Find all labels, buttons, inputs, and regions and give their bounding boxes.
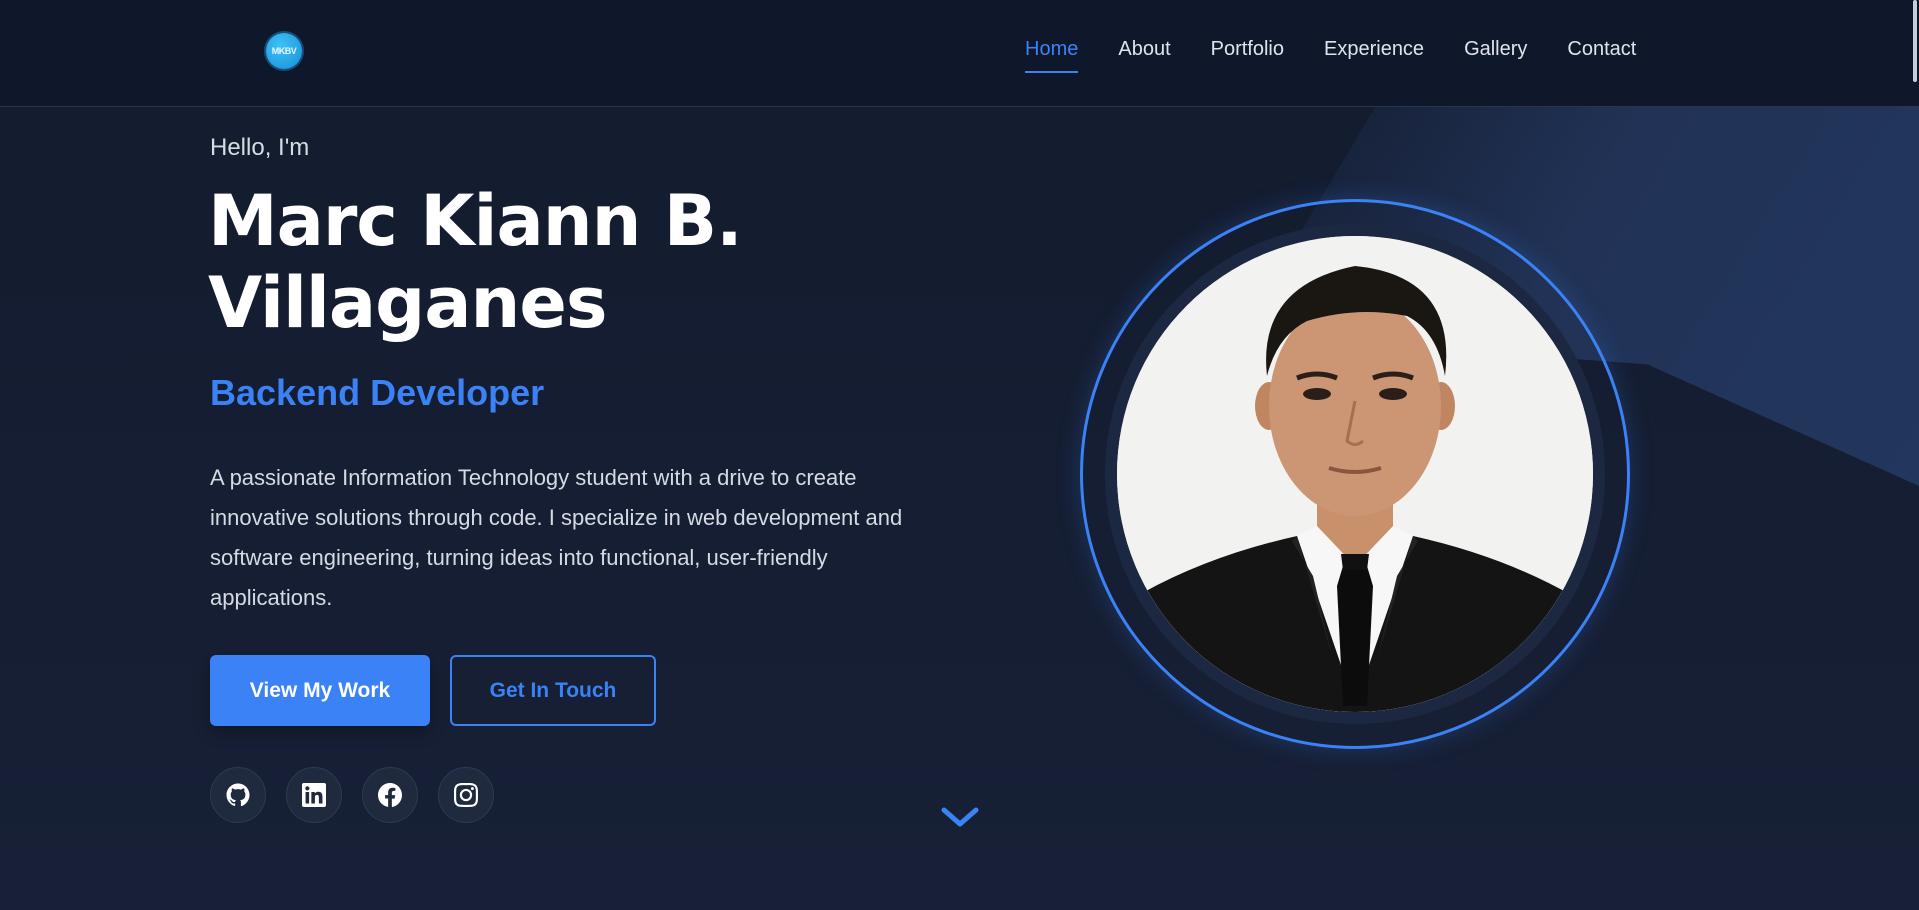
nav-link-gallery[interactable]: Gallery <box>1464 38 1527 61</box>
instagram-link[interactable] <box>438 767 494 823</box>
hero-bio: A passionate Information Technology stud… <box>210 465 903 610</box>
chevron-down-icon[interactable] <box>940 802 980 832</box>
hero-greeting: Hello, I'm <box>210 134 310 161</box>
logo[interactable]: MKBV <box>266 33 302 69</box>
scrollbar[interactable] <box>1913 0 1917 82</box>
github-icon <box>226 783 250 807</box>
facebook-link[interactable] <box>362 767 418 823</box>
linkedin-icon <box>302 783 326 807</box>
page: MKBV Home About Portfolio Experience Gal… <box>0 0 1919 910</box>
nav-link-portfolio[interactable]: Portfolio <box>1211 38 1284 61</box>
hero-name-line1: Marc Kiann B. <box>208 180 743 262</box>
profile-photo <box>1117 236 1593 712</box>
social-links <box>210 767 514 823</box>
navbar: MKBV Home About Portfolio Experience Gal… <box>0 0 1919 107</box>
instagram-icon <box>454 783 478 807</box>
view-my-work-button[interactable]: View My Work <box>210 655 430 726</box>
linkedin-link[interactable] <box>286 767 342 823</box>
nav-link-contact[interactable]: Contact <box>1567 38 1636 61</box>
github-link[interactable] <box>210 767 266 823</box>
hero-role: Backend Developer <box>210 372 545 413</box>
hero-name-line2: Villaganes <box>208 262 607 344</box>
nav-link-home[interactable]: Home <box>1025 38 1079 73</box>
facebook-icon <box>378 783 402 807</box>
logo-text: MKBV <box>271 46 297 56</box>
nav-link-experience[interactable]: Experience <box>1324 38 1424 61</box>
nav-links: Home About Portfolio Experience Gallery … <box>1025 38 1676 73</box>
nav-link-about[interactable]: About <box>1118 38 1170 61</box>
hero-name: Marc Kiann B. Villaganes <box>208 180 928 344</box>
profile-photo-illustration <box>1117 236 1593 712</box>
get-in-touch-button[interactable]: Get In Touch <box>450 655 656 726</box>
